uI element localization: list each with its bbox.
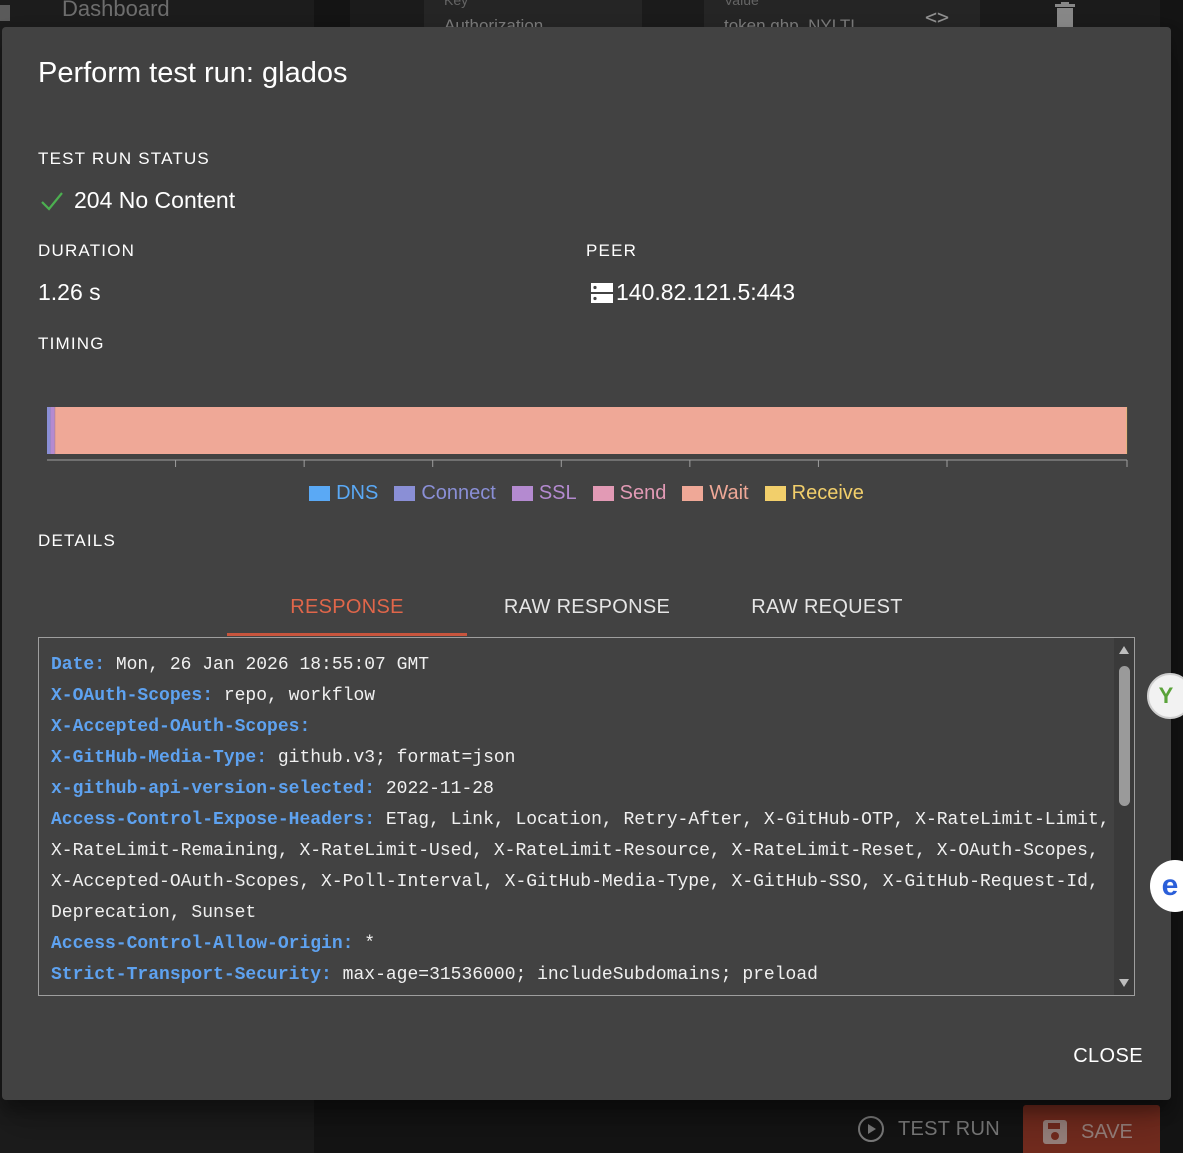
response-header-value: max-age=31536000; includeSubdomains; pre…: [331, 965, 818, 985]
check-icon: [41, 191, 63, 211]
legend-item-connect: Connect: [394, 482, 496, 505]
scroll-thumb[interactable]: [1119, 666, 1130, 806]
scroll-down-arrow-icon[interactable]: [1119, 979, 1129, 987]
timing-bar-ssl[interactable]: [50, 407, 55, 454]
peer-value: 140.82.121.5:443: [616, 279, 796, 305]
duration-value: 1.26 s: [38, 279, 101, 305]
details-tabs: RESPONSE RAW RESPONSE RAW REQUEST: [227, 579, 947, 636]
response-header-line: X-Frame-Options: deny: [51, 990, 1110, 995]
tab-raw-request[interactable]: RAW REQUEST: [707, 579, 947, 636]
legend-label: Send: [619, 482, 667, 504]
response-header-line: Date: Mon, 26 Jan 2026 18:55:07 GMT: [51, 649, 1110, 680]
response-header-line: Access-Control-Allow-Origin: *: [51, 928, 1110, 959]
peer-row: 140.82.121.5:443: [590, 279, 795, 306]
response-header-value: 2022-11-28: [375, 779, 494, 799]
legend-swatch: [394, 486, 416, 501]
status-value: 204 No Content: [74, 187, 236, 213]
timing-bar-receive[interactable]: [1126, 407, 1128, 454]
legend-item-receive: Receive: [764, 482, 864, 505]
close-button[interactable]: CLOSE: [1073, 1039, 1143, 1074]
legend-label: Receive: [791, 482, 864, 504]
scroll-up-arrow-icon[interactable]: [1119, 646, 1129, 654]
response-header-key: Access-Control-Expose-Headers:: [51, 810, 376, 830]
status-row: 204 No Content: [40, 187, 235, 214]
legend-item-send: Send: [592, 482, 667, 505]
response-header-key: Access-Control-Allow-Origin:: [51, 934, 354, 954]
legend-label: Connect: [421, 482, 496, 504]
response-header-key: X-Accepted-OAuth-Scopes:: [51, 717, 311, 737]
response-header-value: Mon, 26 Jan 2026 18:55:07 GMT: [105, 655, 430, 675]
server-icon: [591, 282, 613, 303]
legend-item-wait: Wait: [682, 482, 749, 505]
response-header-value: *: [353, 934, 376, 954]
response-header-value: repo, workflow: [213, 686, 376, 706]
legend-item-dns: DNS: [309, 482, 378, 505]
response-header-key: X-GitHub-Media-Type:: [51, 748, 268, 768]
legend-swatch: [309, 486, 331, 501]
legend-swatch: [511, 486, 533, 501]
timing-label: TIMING: [38, 334, 105, 353]
tab-response[interactable]: RESPONSE: [227, 579, 467, 636]
response-header-key: x-github-api-version-selected:: [51, 779, 376, 799]
timing-bar-send[interactable]: [54, 407, 56, 454]
legend-item-ssl: SSL: [511, 482, 577, 505]
legend-swatch: [592, 486, 614, 501]
response-header-line: Strict-Transport-Security: max-age=31536…: [51, 959, 1110, 990]
peer-label: PEER: [586, 241, 638, 260]
legend-label: Wait: [709, 482, 749, 504]
dialog-title: Perform test run: glados: [38, 57, 348, 89]
response-header-key: Strict-Transport-Security:: [51, 965, 332, 985]
timing-legend: DNS Connect SSL Send Wait Receive: [2, 482, 1171, 505]
status-label: TEST RUN STATUS: [38, 149, 210, 168]
duration-label: DURATION: [38, 241, 136, 260]
response-scrollbar[interactable]: [1114, 638, 1134, 995]
response-header-line: x-github-api-version-selected: 2022-11-2…: [51, 773, 1110, 804]
response-header-key: X-OAuth-Scopes:: [51, 686, 214, 706]
legend-swatch: [764, 486, 786, 501]
test-run-dialog: Perform test run: glados TEST RUN STATUS…: [2, 27, 1171, 1100]
timing-bar-connect[interactable]: [47, 407, 51, 454]
legend-label: SSL: [538, 482, 577, 504]
response-header-line: Access-Control-Expose-Headers: ETag, Lin…: [51, 804, 1110, 928]
legend-label: DNS: [336, 482, 379, 504]
tab-raw-response[interactable]: RAW RESPONSE: [467, 579, 707, 636]
details-label: DETAILS: [38, 531, 116, 550]
response-header-key: Date:: [51, 655, 106, 675]
response-header-line: X-OAuth-Scopes: repo, workflow: [51, 680, 1110, 711]
response-header-line: X-Accepted-OAuth-Scopes:: [51, 711, 1110, 742]
response-headers-panel[interactable]: Date: Mon, 26 Jan 2026 18:55:07 GMT X-OAu…: [38, 637, 1135, 996]
response-header-value: github.v3; format=json: [267, 748, 516, 768]
response-headers-list: Date: Mon, 26 Jan 2026 18:55:07 GMT X-OAu…: [51, 649, 1110, 995]
timing-chart: 150 ms300 ms450 ms600 ms750 ms900 ms1.05…: [47, 407, 1128, 467]
legend-swatch: [682, 486, 704, 501]
response-header-line: X-GitHub-Media-Type: github.v3; format=j…: [51, 742, 1110, 773]
timing-bar-wait[interactable]: [55, 407, 1127, 454]
